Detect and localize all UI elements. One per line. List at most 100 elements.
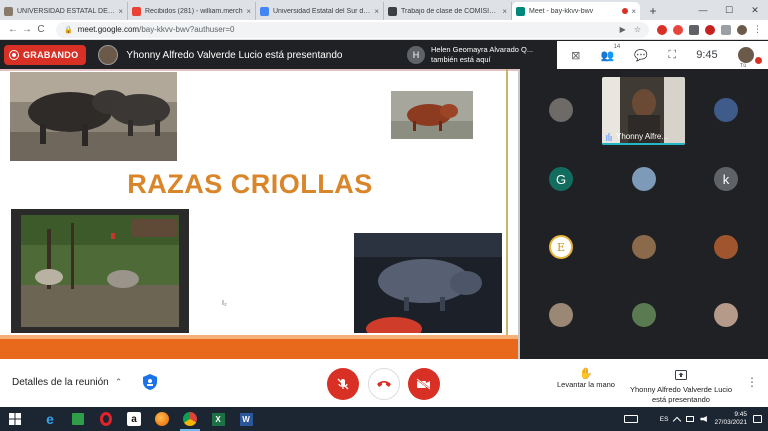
volume-icon[interactable] bbox=[700, 416, 707, 422]
profile-avatar[interactable] bbox=[737, 24, 747, 35]
mic-off-button[interactable] bbox=[327, 368, 359, 400]
participant-tile[interactable] bbox=[714, 303, 738, 327]
participant-tile[interactable]: k bbox=[714, 167, 738, 191]
store-icon bbox=[72, 413, 84, 425]
participant-tile[interactable]: G bbox=[549, 167, 573, 191]
people-button[interactable]: 👥 14 bbox=[601, 44, 621, 62]
lock-icon[interactable]: 🔒 bbox=[64, 26, 73, 34]
browser-tab[interactable]: Universidad Estatal del Sur de M × bbox=[256, 2, 384, 20]
meeting-clock: 9:45 bbox=[696, 49, 718, 61]
extension-adblock-icon[interactable] bbox=[657, 24, 667, 35]
window-controls: — ☐ ✕ bbox=[690, 0, 768, 20]
close-tab-icon[interactable]: × bbox=[246, 7, 251, 16]
new-tab-button[interactable]: + bbox=[644, 2, 662, 20]
participant-tile[interactable] bbox=[632, 167, 656, 191]
meeting-details-label: Detalles de la reunión bbox=[12, 377, 109, 388]
close-tab-icon[interactable]: × bbox=[118, 7, 123, 16]
close-tab-icon[interactable]: × bbox=[502, 7, 507, 16]
chevron-up-icon: ⌃ bbox=[114, 377, 123, 387]
participant-tile[interactable] bbox=[714, 98, 738, 122]
participant-tile[interactable] bbox=[549, 303, 573, 327]
start-button[interactable] bbox=[0, 407, 30, 431]
language-indicator[interactable]: ES bbox=[660, 416, 669, 423]
tray-chevron-icon[interactable] bbox=[673, 416, 682, 425]
tray-date: 27/03/2021 bbox=[714, 419, 747, 426]
layout-icon[interactable]: ⊠ bbox=[571, 49, 580, 62]
self-avatar[interactable]: Tú bbox=[737, 47, 762, 69]
notifications-icon[interactable] bbox=[753, 415, 762, 423]
camera-in-use-icon[interactable]: ▶ bbox=[620, 25, 626, 34]
participant-tile[interactable] bbox=[632, 235, 656, 259]
network-icon[interactable] bbox=[686, 416, 695, 422]
browser-tab[interactable]: Recibidos (281) - william.merch × bbox=[128, 2, 256, 20]
back-button[interactable]: ← bbox=[6, 24, 20, 35]
present-now-button[interactable]: Yhonny Alfredo Valverde Lucio está prese… bbox=[622, 367, 740, 405]
close-window-button[interactable]: ✕ bbox=[742, 5, 768, 16]
record-dot-icon bbox=[10, 51, 18, 59]
taskbar-excel[interactable]: X bbox=[204, 407, 232, 431]
taskbar-amazon[interactable]: a bbox=[120, 407, 148, 431]
browser-tab[interactable]: Trabajo de clase de COMISIÓN × bbox=[384, 2, 512, 20]
more-options-icon[interactable]: ⋮ bbox=[746, 375, 758, 389]
recording-dot-icon bbox=[622, 8, 629, 14]
taskbar-word[interactable]: W bbox=[232, 407, 260, 431]
participant-tile[interactable] bbox=[549, 98, 573, 122]
presentation-slide: RAZAS CRIOLLAS I₂ bbox=[0, 69, 520, 359]
taskbar-opera[interactable] bbox=[92, 407, 120, 431]
taskbar-store[interactable] bbox=[64, 407, 92, 431]
presenting-status: Yhonny Alfredo Valverde Lucio está prese… bbox=[126, 49, 343, 61]
participant-tile[interactable] bbox=[714, 235, 738, 259]
activities-icon[interactable]: ⛶ bbox=[668, 49, 676, 62]
tab-title: Universidad Estatal del Sur de M bbox=[273, 7, 372, 15]
meet-top-bar: GRABANDO Yhonny Alfredo Valverde Lucio e… bbox=[0, 41, 768, 69]
present-screen-icon bbox=[675, 370, 687, 380]
extensions-puzzle-icon[interactable] bbox=[721, 24, 731, 35]
slide-band bbox=[0, 339, 518, 359]
firefox-icon bbox=[155, 412, 169, 426]
camera-off-icon bbox=[416, 378, 431, 390]
tray-clock[interactable]: 9:45 27/03/2021 bbox=[714, 411, 747, 427]
minimize-button[interactable]: — bbox=[690, 5, 716, 15]
address-bar[interactable]: 🔒 meet.google.com/bay-kkvv-bwv?authuser=… bbox=[56, 21, 649, 38]
self-view-tile[interactable]: Yhonny Alfre... bbox=[602, 77, 685, 145]
notification-dot-icon bbox=[754, 57, 762, 64]
taskbar-chrome[interactable] bbox=[176, 407, 204, 431]
slide-photo-black-pigs bbox=[10, 72, 177, 161]
participants-grid: Yhonny Alfre... G k E bbox=[522, 69, 768, 359]
meeting-details-button[interactable]: Detalles de la reunión ⌃ bbox=[12, 377, 122, 388]
close-tab-icon[interactable]: × bbox=[631, 7, 636, 16]
participant-tile[interactable]: E bbox=[549, 235, 573, 259]
keyboard-icon[interactable] bbox=[623, 415, 638, 423]
chrome-icon bbox=[183, 412, 197, 426]
raise-hand-button[interactable]: ✋ Levantar la mano bbox=[553, 367, 619, 390]
notification-name: Helen Geomayra Alvarado Q... bbox=[431, 45, 534, 54]
reload-button[interactable]: C bbox=[34, 24, 48, 35]
chat-icon[interactable]: 💬 bbox=[634, 49, 648, 62]
forward-button[interactable]: → bbox=[20, 24, 34, 35]
extension-icon[interactable] bbox=[673, 24, 683, 35]
taskbar-firefox[interactable] bbox=[148, 407, 176, 431]
meet-bottom-bar: Detalles de la reunión ⌃ ✋ Levantar la m… bbox=[0, 359, 768, 407]
slide-title-text: RAZAS CRIOLLAS bbox=[127, 169, 373, 199]
tab-title: UNIVERSIDAD ESTATAL DEL SUR bbox=[17, 7, 115, 15]
slide-side-line bbox=[506, 69, 508, 339]
extension-icon[interactable] bbox=[705, 24, 715, 35]
excel-icon: X bbox=[211, 412, 225, 426]
participant-initial-avatar: H bbox=[407, 46, 425, 64]
host-controls-shield-icon[interactable] bbox=[142, 373, 158, 391]
camera-off-button[interactable] bbox=[408, 368, 440, 400]
extension-grid-icon[interactable] bbox=[689, 24, 699, 35]
university-favicon-icon bbox=[4, 6, 13, 16]
taskbar-edge[interactable]: e bbox=[36, 407, 64, 431]
close-tab-icon[interactable]: × bbox=[374, 7, 379, 16]
tab-title: Recibidos (281) - william.merch bbox=[145, 7, 243, 15]
browser-tab[interactable]: UNIVERSIDAD ESTATAL DEL SUR × bbox=[0, 2, 128, 20]
browser-menu-icon[interactable]: ⋮ bbox=[753, 24, 762, 35]
windows-logo-icon bbox=[9, 413, 21, 425]
tab-title: Meet - bay-kkvv-bwv bbox=[529, 7, 594, 15]
participant-tile[interactable] bbox=[632, 303, 656, 327]
maximize-button[interactable]: ☐ bbox=[716, 5, 742, 16]
browser-tab-active[interactable]: Meet - bay-kkvv-bwv × bbox=[512, 2, 640, 20]
bookmark-star-icon[interactable]: ☆ bbox=[634, 25, 641, 34]
leave-call-button[interactable] bbox=[368, 368, 400, 400]
